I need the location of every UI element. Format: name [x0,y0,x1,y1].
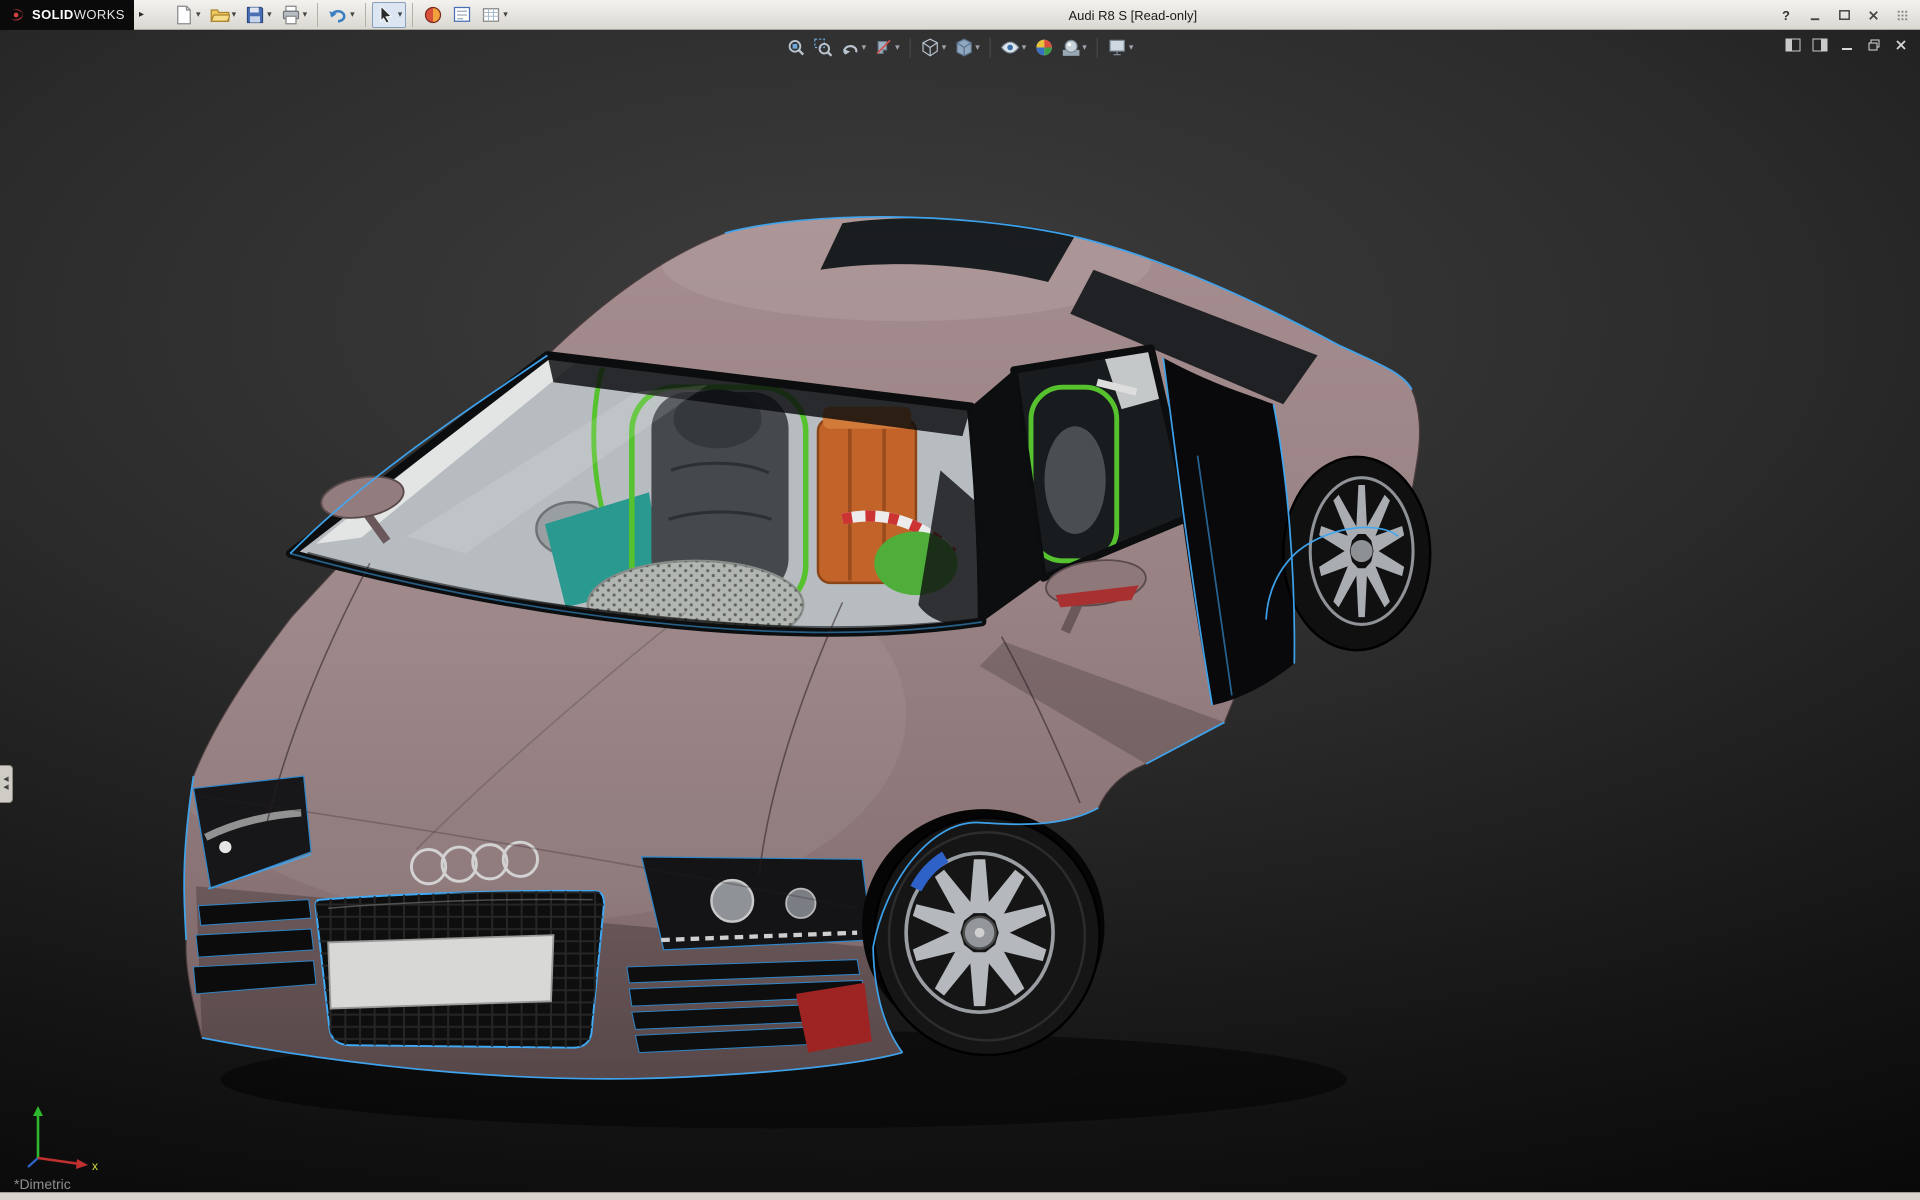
headlight-right [642,857,872,950]
view-orientation-button[interactable]: ▾ [918,36,950,59]
dropdown-arrow-icon[interactable]: ▾ [303,9,308,20]
sheet-format-button[interactable]: ▾ [477,2,512,28]
brand-light: WORKS [74,7,125,22]
zoom-to-fit-icon [787,38,806,57]
dropdown-arrow-icon[interactable]: ▾ [895,42,900,53]
minimize-button[interactable] [1805,5,1825,25]
front-intake-left [193,900,315,994]
dropdown-arrow-icon[interactable]: ▾ [350,9,355,20]
dropdown-arrow-icon[interactable]: ▾ [232,9,237,20]
red-accent [796,983,872,1053]
view-settings-icon [1108,38,1127,57]
appearance-button[interactable] [419,2,447,28]
minimize-doc-button[interactable] [1838,36,1856,54]
toolbar-separator [412,3,413,27]
chevron-left-icon: ◀ [3,784,8,792]
edit-appearance-icon [1034,38,1053,57]
help-button[interactable]: ? [1776,5,1796,25]
rear-right-wheel [1283,457,1430,650]
apply-scene-icon [1061,38,1080,57]
brand-bold: SOLID [32,7,74,22]
undo-icon [328,5,348,25]
drawing-sheet-icon [452,5,472,25]
brand-text: SOLIDWORKS [32,7,125,22]
dropdown-arrow-icon[interactable]: ▾ [398,9,403,20]
corner-grip-button[interactable] [1892,5,1912,25]
dassault-systemes-logo-icon [8,6,26,24]
section-view-button[interactable]: ▾ [871,36,903,59]
dropdown-arrow-icon[interactable]: ▾ [1022,42,1027,53]
toolbar-separator [317,3,318,27]
collapse-panel-tab[interactable]: ◀ ◀ [0,765,13,803]
close-button[interactable] [1863,5,1883,25]
edit-appearance-button[interactable] [1031,36,1056,59]
new-document-button[interactable]: ▾ [170,2,205,28]
appearance-icon [423,5,443,25]
status-strip [0,1192,1920,1200]
section-view-icon [874,38,893,57]
dropdown-arrow-icon[interactable]: ▾ [196,9,201,20]
previous-view-button[interactable]: ▾ [838,36,870,59]
zoom-to-area-button[interactable] [811,36,836,59]
window-controls: ? [1776,0,1912,30]
open-button[interactable]: ▾ [206,2,241,28]
pane-left-button[interactable] [1784,36,1802,54]
display-style-icon [954,38,973,57]
chevron-left-icon: ◀ [3,776,8,784]
view-settings-button[interactable]: ▾ [1105,36,1137,59]
titlebar: SOLIDWORKS ▸ ▾ ▾ ▾ ▾ ▾ ▾ ▾ Audi R8 S [Read-onl… [0,0,1920,30]
x-axis-arrow [76,1159,88,1169]
apply-scene-button[interactable]: ▾ [1058,36,1090,59]
pane-right-button[interactable] [1811,36,1829,54]
previous-view-icon [841,38,860,57]
x-axis-label: x [92,1159,98,1172]
select-button[interactable]: ▾ [372,2,407,28]
display-style-button[interactable]: ▾ [951,36,983,59]
document-window-controls [1784,36,1910,54]
zoom-to-area-icon [814,38,833,57]
dropdown-arrow-icon[interactable]: ▾ [942,42,947,53]
dropdown-arrow-icon[interactable]: ▾ [267,9,272,20]
solidworks-window: SOLIDWORKS ▸ ▾ ▾ ▾ ▾ ▾ ▾ ▾ Audi R8 S [Read-onl… [0,0,1920,1200]
hide-show-items-icon [1001,38,1020,57]
print-button[interactable]: ▾ [277,2,312,28]
view-orientation-label: *Dimetric [14,1176,71,1192]
new-document-icon [174,5,194,25]
save-button[interactable]: ▾ [241,2,276,28]
save-icon [245,5,265,25]
toolbar-separator [365,3,366,27]
headsup-view-toolbar: ▾ ▾ ▾ ▾ ▾ ▾ ▾ [784,36,1137,59]
select-icon [376,5,396,25]
sheet-format-icon [481,5,501,25]
hide-show-items-button[interactable]: ▾ [998,36,1030,59]
zoom-to-fit-button[interactable] [784,36,809,59]
license-plate [328,935,553,1008]
dropdown-arrow-icon[interactable]: ▾ [975,42,980,53]
toolbar-separator [990,38,991,58]
graphics-area[interactable]: ▾ ▾ ▾ ▾ ▾ ▾ ▾ ◀ ◀ x *Dimetric [0,30,1920,1192]
orientation-triad: x [24,1096,114,1172]
drawing-sheet-button[interactable] [448,2,476,28]
restore-doc-button[interactable] [1865,36,1883,54]
3d-model-canvas[interactable] [0,30,1920,1192]
dropdown-arrow-icon[interactable]: ▾ [1082,42,1087,53]
dropdown-arrow-icon[interactable]: ▾ [503,9,508,20]
solidworks-logo: SOLIDWORKS [0,0,134,30]
main-toolbar: ▾ ▾ ▾ ▾ ▾ ▾ ▾ [170,2,512,28]
y-axis-arrow [33,1106,43,1116]
print-icon [281,5,301,25]
undo-button[interactable]: ▾ [324,2,359,28]
dropdown-arrow-icon[interactable]: ▾ [1129,42,1134,53]
dropdown-arrow-icon[interactable]: ▾ [862,42,867,53]
view-orientation-icon [921,38,940,57]
toolbar-separator [1097,38,1098,58]
window-title: Audi R8 S [Read-only] [1068,0,1197,30]
car-model [147,204,1430,1129]
toolbar-expand-arrow-icon[interactable]: ▸ [139,9,144,20]
open-icon [210,5,230,25]
maximize-button[interactable] [1834,5,1854,25]
toolbar-separator [910,38,911,58]
close-doc-button[interactable] [1892,36,1910,54]
front-right-wheel [862,809,1104,1055]
